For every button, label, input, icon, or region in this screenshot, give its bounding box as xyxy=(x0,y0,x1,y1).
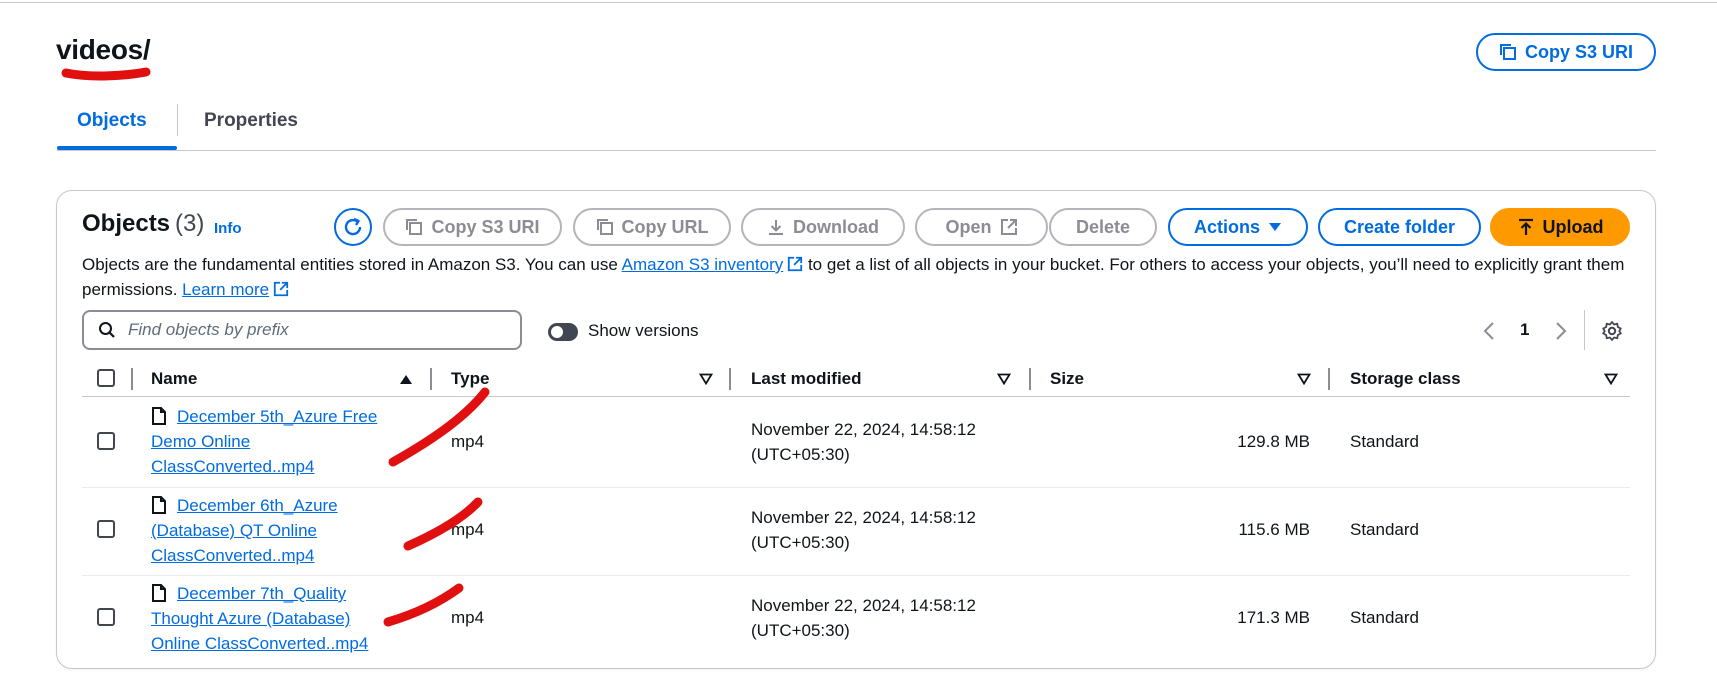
s3-inventory-link[interactable]: Amazon S3 inventory xyxy=(622,255,784,274)
type-cell: mp4 xyxy=(451,432,485,451)
upload-icon xyxy=(1518,218,1533,235)
object-link[interactable]: December 5th_Azure Free Demo Online Clas… xyxy=(151,407,377,476)
chevron-right-icon[interactable] xyxy=(1554,320,1568,342)
top-border xyxy=(0,2,1717,3)
show-versions-label: Show versions xyxy=(588,321,699,340)
table-row-name: December 6th_Azure (Database) QT Online … xyxy=(151,493,391,568)
row-checkbox[interactable] xyxy=(97,432,115,450)
column-divider xyxy=(430,368,432,390)
row-divider xyxy=(82,487,1630,488)
file-icon xyxy=(152,584,166,602)
copy-url-label: Copy URL xyxy=(621,216,709,237)
copy-icon xyxy=(406,219,423,235)
objects-count: (3) xyxy=(175,210,205,237)
external-link-icon xyxy=(273,281,289,297)
copy-s3-uri-header-button[interactable]: Copy S3 URI xyxy=(1476,33,1656,71)
storage-class-cell: Standard xyxy=(1350,608,1419,627)
external-link-icon xyxy=(1000,219,1017,235)
column-divider xyxy=(1029,368,1031,390)
open-label: Open xyxy=(945,216,992,237)
column-header-type[interactable]: Type xyxy=(451,369,489,389)
objects-description: Objects are the fundamental entities sto… xyxy=(82,252,1642,302)
pager-divider xyxy=(1584,310,1585,350)
info-link[interactable]: Info xyxy=(214,220,242,237)
show-versions-toggle[interactable] xyxy=(548,323,578,341)
column-header-storage-class[interactable]: Storage class xyxy=(1350,369,1461,389)
red-annotation-scribble xyxy=(61,67,151,81)
column-header-last-modified[interactable]: Last modified xyxy=(751,369,862,389)
last-modified-cell: November 22, 2024, 14:58:12 (UTC+05:30) xyxy=(751,420,976,464)
external-link-icon xyxy=(788,256,803,272)
size-cell: 115.6 MB xyxy=(1238,520,1310,539)
storage-class-cell: Standard xyxy=(1350,520,1419,539)
size-cell: 171.3 MB xyxy=(1237,608,1310,627)
gear-icon[interactable] xyxy=(1601,320,1623,342)
current-page-number[interactable]: 1 xyxy=(1520,320,1529,340)
column-header-name[interactable]: Name xyxy=(151,369,197,389)
actions-label: Actions xyxy=(1193,216,1260,237)
object-link[interactable]: December 7th_Quality Thought Azure (Data… xyxy=(151,584,368,653)
open-button[interactable]: Open xyxy=(915,208,1048,246)
tab-objects[interactable]: Objects xyxy=(77,110,147,132)
page-title: videos/ xyxy=(56,34,151,65)
upload-label: Upload xyxy=(1542,216,1604,237)
delete-button[interactable]: Delete xyxy=(1049,208,1157,246)
download-icon xyxy=(769,220,783,235)
file-icon xyxy=(152,407,166,425)
size-cell: 129.8 MB xyxy=(1237,432,1310,451)
active-tab-indicator xyxy=(57,146,177,150)
search-icon xyxy=(99,322,115,338)
refresh-icon xyxy=(344,217,362,236)
sort-descending-icon[interactable] xyxy=(997,373,1011,385)
actions-dropdown-button[interactable]: Actions xyxy=(1168,208,1308,246)
column-divider xyxy=(131,368,133,390)
tab-divider xyxy=(177,104,178,136)
refresh-button[interactable] xyxy=(334,208,372,246)
create-folder-label: Create folder xyxy=(1343,216,1456,237)
storage-class-cell: Standard xyxy=(1350,432,1419,451)
copy-s3-uri-header-label: Copy S3 URI xyxy=(1524,41,1634,62)
delete-label: Delete xyxy=(1075,216,1131,237)
search-input[interactable] xyxy=(126,319,490,341)
search-box[interactable] xyxy=(82,310,522,350)
sort-ascending-icon[interactable] xyxy=(399,373,413,385)
select-all-checkbox[interactable] xyxy=(97,369,115,387)
column-divider xyxy=(729,368,731,390)
file-icon xyxy=(152,496,166,514)
chevron-left-icon[interactable] xyxy=(1482,320,1496,342)
tab-properties[interactable]: Properties xyxy=(204,110,298,132)
row-checkbox[interactable] xyxy=(97,520,115,538)
description-text-1: Objects are the fundamental entities sto… xyxy=(82,255,622,274)
column-header-size[interactable]: Size xyxy=(1050,369,1084,389)
type-cell: mp4 xyxy=(451,520,485,539)
copy-s3-uri-label: Copy S3 URI xyxy=(431,216,540,237)
table-header-divider xyxy=(82,396,1630,397)
last-modified-cell: November 22, 2024, 14:58:12 (UTC+05:30) xyxy=(751,508,976,552)
sort-descending-icon[interactable] xyxy=(1297,373,1311,385)
upload-button[interactable]: Upload xyxy=(1490,208,1630,246)
column-divider xyxy=(1328,368,1330,390)
create-folder-button[interactable]: Create folder xyxy=(1318,208,1481,246)
last-modified-cell: November 22, 2024, 14:58:12 (UTC+05:30) xyxy=(751,596,976,640)
row-divider xyxy=(82,575,1630,576)
caret-down-icon xyxy=(1269,223,1281,231)
copy-icon xyxy=(596,219,613,235)
table-row-name: December 5th_Azure Free Demo Online Clas… xyxy=(151,404,391,479)
learn-more-link[interactable]: Learn more xyxy=(182,280,269,299)
row-checkbox[interactable] xyxy=(97,608,115,626)
table-row-name: December 7th_Quality Thought Azure (Data… xyxy=(151,581,391,656)
sort-descending-icon[interactable] xyxy=(1604,373,1618,385)
tab-bar: Objects Properties xyxy=(57,96,1656,151)
download-label: Download xyxy=(793,216,879,237)
type-cell: mp4 xyxy=(451,608,485,627)
object-link[interactable]: December 6th_Azure (Database) QT Online … xyxy=(151,496,338,565)
copy-url-button[interactable]: Copy URL xyxy=(573,208,731,246)
objects-panel-title: Objects xyxy=(82,210,171,237)
sort-descending-icon[interactable] xyxy=(699,373,713,385)
copy-s3-uri-button[interactable]: Copy S3 URI xyxy=(383,208,562,246)
copy-icon xyxy=(1499,44,1516,60)
download-button[interactable]: Download xyxy=(741,208,905,246)
